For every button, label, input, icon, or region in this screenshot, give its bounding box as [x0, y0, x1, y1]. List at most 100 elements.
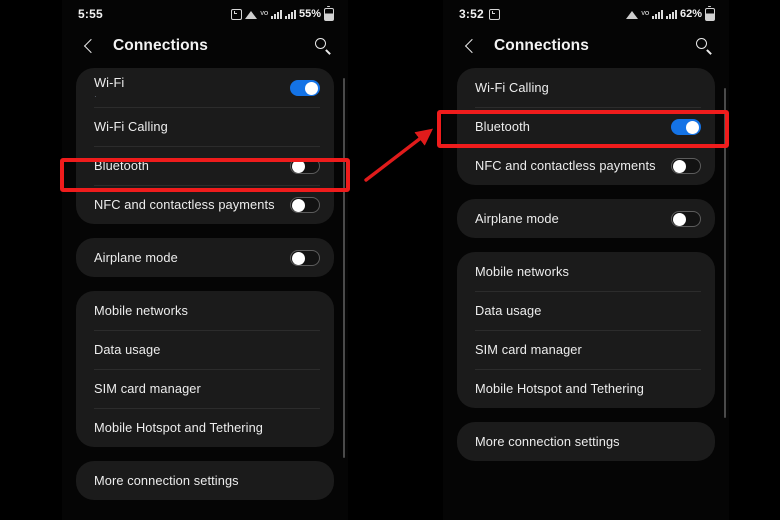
list-item-label: Airplane mode [94, 250, 178, 265]
settings-card: Wi-Fi Calling Bluetooth NFC and contactles… [457, 68, 715, 185]
list-item-label: SIM card manager [475, 342, 582, 357]
toggle-knob [686, 121, 699, 134]
list-item-text: NFC and contactless payments [94, 197, 290, 212]
battery-percent: 55% [298, 8, 321, 20]
list-item[interactable]: Data usage [76, 330, 334, 369]
list-item[interactable]: Mobile networks [457, 252, 715, 291]
alarm-icon [230, 8, 242, 20]
app-bar: Connections [443, 24, 729, 68]
toggle-switch-off[interactable] [290, 157, 320, 174]
list-item[interactable]: Airplane mode [457, 199, 715, 238]
volte-icon: VO [259, 11, 268, 17]
list-item[interactable]: SIM card manager [457, 330, 715, 369]
signal-bars-icon [284, 9, 296, 19]
list-item-text: Mobile Hotspot and Tethering [475, 381, 701, 396]
status-clock: 3:52 [459, 7, 484, 21]
toggle-knob [292, 252, 305, 265]
status-clock: 5:55 [78, 7, 103, 21]
toggle-switch-off[interactable] [290, 249, 320, 266]
search-icon[interactable] [693, 35, 715, 57]
list-item-sublabel: · [94, 91, 97, 101]
toggle-knob [673, 213, 686, 226]
list-item-text: More connection settings [475, 434, 701, 449]
scrollbar[interactable] [723, 88, 726, 418]
status-bar-left: 3:52 [459, 7, 500, 21]
list-item-label: Wi-Fi Calling [475, 80, 549, 95]
list-item[interactable]: Bluetooth [457, 107, 715, 146]
toggle-knob [673, 160, 686, 173]
toggle-switch-on[interactable] [671, 118, 701, 135]
list-item-text: Airplane mode [475, 211, 671, 226]
app-bar: Connections [62, 24, 348, 68]
list-item-label: Data usage [94, 342, 161, 357]
list-item-text: Wi-Fi Calling [94, 119, 320, 134]
list-item[interactable]: More connection settings [76, 461, 334, 500]
back-arrow-icon[interactable] [461, 36, 481, 56]
list-item-label: Mobile Hotspot and Tethering [94, 420, 264, 435]
list-item-text: NFC and contactless payments [475, 158, 671, 173]
list-item[interactable]: Wi-Fi Calling [76, 107, 334, 146]
toggle-switch-off[interactable] [290, 196, 320, 213]
toggle-knob [292, 160, 305, 173]
settings-card: Airplane mode [76, 238, 334, 277]
list-item-label: Wi-Fi [94, 74, 125, 90]
list-item[interactable]: Mobile Hotspot and Tethering [76, 408, 334, 447]
list-item-label: Data usage [475, 303, 542, 318]
list-item[interactable]: Airplane mode [76, 238, 334, 277]
list-item[interactable]: SIM card manager [76, 369, 334, 408]
search-icon[interactable] [312, 35, 334, 57]
signal-bars-icon [270, 9, 282, 19]
list-item-text: Data usage [94, 342, 320, 357]
status-bar-left: 5:55 [78, 7, 103, 21]
volte-icon: VO [640, 11, 649, 17]
settings-card: Airplane mode [457, 199, 715, 238]
list-item-label: NFC and contactless payments [475, 158, 656, 173]
list-item-label: Bluetooth [94, 158, 149, 173]
toggle-switch-off[interactable] [671, 157, 701, 174]
wifi-icon [625, 11, 638, 19]
settings-list: Wi-Fi Calling Bluetooth NFC and contactles… [443, 68, 729, 461]
toggle-switch-off[interactable] [671, 210, 701, 227]
scrollbar[interactable] [342, 78, 345, 458]
list-item-text: Data usage [475, 303, 701, 318]
list-item[interactable]: Bluetooth [76, 146, 334, 185]
list-item-label: Airplane mode [475, 211, 559, 226]
page-title: Connections [494, 37, 589, 54]
battery-icon [324, 5, 334, 21]
list-item[interactable]: Mobile Hotspot and Tethering [457, 369, 715, 408]
list-item[interactable]: Data usage [457, 291, 715, 330]
list-item[interactable]: Wi-Fi · [76, 68, 334, 107]
toggle-switch-on[interactable] [290, 79, 320, 96]
signal-bars-icon [651, 9, 663, 19]
list-item[interactable]: NFC and contactless payments [76, 185, 334, 224]
list-item-text: Mobile networks [94, 303, 320, 318]
list-item-label: SIM card manager [94, 381, 201, 396]
list-item-label: Mobile networks [475, 264, 569, 279]
list-item-label: More connection settings [475, 434, 620, 449]
list-item-text: Wi-Fi Calling [475, 80, 701, 95]
status-bar: 5:55 VO 55% [62, 0, 348, 24]
list-item[interactable]: Mobile networks [76, 291, 334, 330]
list-item[interactable]: NFC and contactless payments [457, 146, 715, 185]
list-item[interactable]: More connection settings [457, 422, 715, 461]
list-item-text: Mobile Hotspot and Tethering [94, 420, 320, 435]
toggle-knob [292, 199, 305, 212]
phone-screenshot-after: 3:52 VO 62% Connections Wi-Fi Calling Bluetoo… [443, 0, 729, 520]
battery-icon [705, 5, 715, 21]
signal-bars-icon [665, 9, 677, 19]
list-item-text: Wi-Fi · [94, 75, 290, 101]
list-item-label: More connection settings [94, 473, 239, 488]
status-bar-right: VO 55% [230, 5, 334, 21]
list-item-label: NFC and contactless payments [94, 197, 275, 212]
list-item-text: SIM card manager [94, 381, 320, 396]
wifi-icon [244, 11, 257, 19]
list-item-text: Mobile networks [475, 264, 701, 279]
list-item-text: Bluetooth [94, 158, 290, 173]
back-arrow-icon[interactable] [80, 36, 100, 56]
status-bar-right: VO 62% [625, 5, 715, 21]
list-item[interactable]: Wi-Fi Calling [457, 68, 715, 107]
list-item-text: Airplane mode [94, 250, 290, 265]
toggle-knob [305, 82, 318, 95]
list-item-text: SIM card manager [475, 342, 701, 357]
list-item-label: Bluetooth [475, 119, 530, 134]
